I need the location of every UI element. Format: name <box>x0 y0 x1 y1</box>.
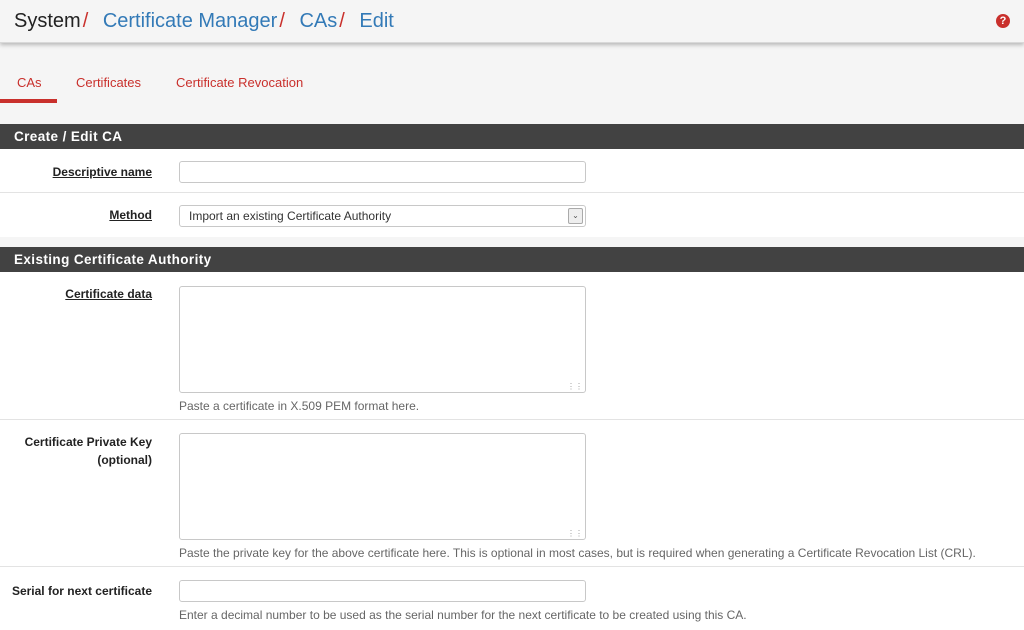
private-key-row: Certificate Private Key (optional) ⋮⋮ Pa… <box>0 420 1024 567</box>
help-icon[interactable]: ? <box>996 14 1010 28</box>
breadcrumb-item-edit[interactable]: Edit <box>359 10 393 32</box>
certificate-data-textarea[interactable]: ⋮⋮ <box>179 286 586 393</box>
certificate-data-help: Paste a certificate in X.509 PEM format … <box>179 399 420 413</box>
breadcrumb-root: System <box>14 10 81 32</box>
certificate-data-row: Certificate data ⋮⋮ Paste a certificate … <box>0 272 1024 420</box>
breadcrumb: System / Certificate Manager / CAs / Edit <box>14 8 394 34</box>
private-key-label-line2: (optional) <box>97 453 152 467</box>
serial-label: Serial for next certificate <box>11 584 152 598</box>
resize-grip-icon[interactable]: ⋮⋮ <box>567 529 583 539</box>
private-key-help: Paste the private key for the above cert… <box>179 546 976 560</box>
method-select[interactable]: Import an existing Certificate Authority… <box>179 205 586 227</box>
chevron-down-icon[interactable]: ⌄ <box>568 208 583 224</box>
tab-certificate-revocation[interactable]: Certificate Revocation <box>176 75 303 90</box>
breadcrumb-separator: / <box>339 10 345 32</box>
breadcrumb-separator: / <box>279 10 285 32</box>
serial-row: Serial for next certificate Enter a deci… <box>0 567 1024 630</box>
active-tab-indicator <box>0 99 57 103</box>
serial-number-input[interactable] <box>179 580 586 602</box>
tab-cas[interactable]: CAs <box>17 75 42 90</box>
certificate-data-label: Certificate data <box>65 287 152 301</box>
breadcrumb-item-cas[interactable]: CAs <box>299 10 337 32</box>
private-key-label-line1: Certificate Private Key <box>24 435 152 449</box>
breadcrumb-item-certificate-manager[interactable]: Certificate Manager <box>103 10 278 32</box>
descriptive-name-row: Descriptive name <box>0 149 1024 193</box>
method-label: Method <box>109 208 152 222</box>
serial-help: Enter a decimal number to be used as the… <box>179 608 747 622</box>
method-row: Method Import an existing Certificate Au… <box>0 193 1024 237</box>
tab-certificates[interactable]: Certificates <box>76 75 141 90</box>
descriptive-name-label: Descriptive name <box>52 165 152 179</box>
descriptive-name-input[interactable] <box>179 161 586 183</box>
page-header: System / Certificate Manager / CAs / Edit ? <box>0 0 1024 43</box>
private-key-textarea[interactable]: ⋮⋮ <box>179 433 586 540</box>
panel-header-create-edit-ca: Create / Edit CA <box>0 124 1024 149</box>
method-select-value: Import an existing Certificate Authority <box>189 209 392 223</box>
resize-grip-icon[interactable]: ⋮⋮ <box>567 382 583 392</box>
breadcrumb-separator: / <box>82 10 89 32</box>
panel-header-existing-ca: Existing Certificate Authority <box>0 247 1024 272</box>
